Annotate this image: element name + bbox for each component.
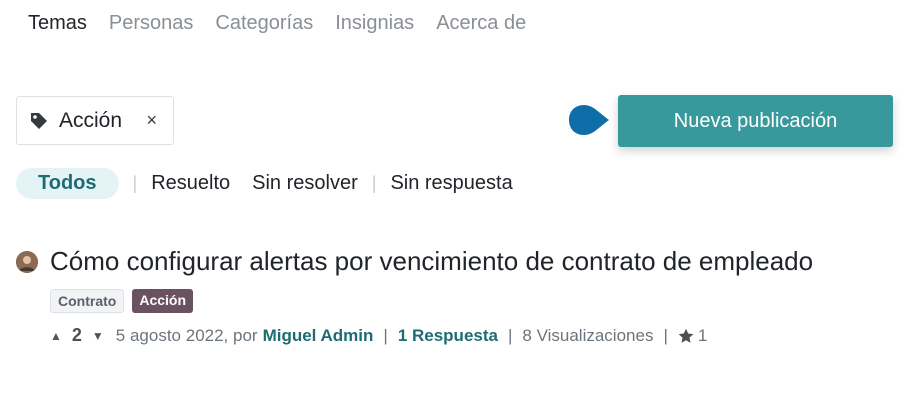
post-filters: Todos | Resuelto Sin resolver | Sin resp… xyxy=(16,168,513,199)
active-tag-filter: Acción × xyxy=(16,96,174,145)
meta-separator: | xyxy=(383,325,388,345)
post-date: 5 agosto 2022, por xyxy=(115,325,258,345)
nav-personas[interactable]: Personas xyxy=(109,12,194,35)
star-icon xyxy=(678,328,694,344)
post-author[interactable]: Miguel Admin xyxy=(263,326,374,346)
vote-count: 2 xyxy=(71,325,82,345)
nav-temas[interactable]: Temas xyxy=(28,12,87,35)
filter-separator: | xyxy=(371,173,377,193)
forum-nav: Temas Personas Categorías Insignias Acer… xyxy=(28,12,526,35)
downvote-icon[interactable]: ▼ xyxy=(92,329,104,343)
nav-categorias[interactable]: Categorías xyxy=(215,12,313,35)
post-answers[interactable]: 1 Respuesta xyxy=(398,326,498,346)
meta-separator: | xyxy=(663,325,668,345)
filter-resuelto[interactable]: Resuelto xyxy=(151,172,230,195)
avatar xyxy=(16,250,38,273)
nav-acerca-de[interactable]: Acerca de xyxy=(436,12,526,35)
new-post-button[interactable]: Nueva publicación xyxy=(618,95,893,147)
post-views: 8 Visualizaciones xyxy=(522,325,654,345)
filter-separator: | xyxy=(132,173,138,193)
tag-badge-contrato[interactable]: Contrato xyxy=(50,289,125,313)
upvote-icon[interactable]: ▲ xyxy=(50,329,62,343)
post-meta: ▲ 2 ▼ 5 agosto 2022, por Miguel Admin | … xyxy=(50,325,813,346)
post-item: Cómo configurar alertas por vencimiento … xyxy=(16,246,813,346)
nav-insignias[interactable]: Insignias xyxy=(335,12,414,35)
meta-separator: | xyxy=(507,325,513,345)
pointer-bubble-icon xyxy=(568,104,610,136)
tag-badge-accion[interactable]: Acción xyxy=(132,289,194,313)
filter-sin-respuesta[interactable]: Sin respuesta xyxy=(390,172,512,195)
tag-icon xyxy=(29,111,49,131)
post-favorites: 1 xyxy=(697,325,708,345)
post-title[interactable]: Cómo configurar alertas por vencimiento … xyxy=(50,246,813,277)
filter-sin-resolver[interactable]: Sin resolver xyxy=(252,172,358,195)
filter-todos[interactable]: Todos xyxy=(16,168,119,199)
tag-filter-label: Acción xyxy=(59,108,123,132)
remove-tag-button[interactable]: × xyxy=(146,110,157,131)
